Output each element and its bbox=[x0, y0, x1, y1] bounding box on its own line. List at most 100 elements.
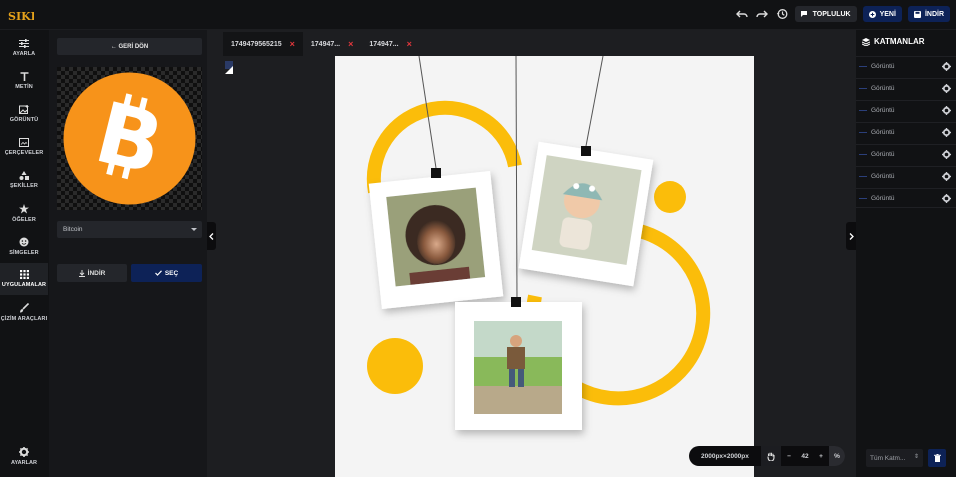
layer-item[interactable]: Görüntü bbox=[856, 144, 956, 164]
undo-icon[interactable] bbox=[735, 7, 749, 21]
gear-icon[interactable] bbox=[942, 106, 951, 115]
layer-indicator bbox=[859, 198, 867, 199]
layer-item[interactable]: Görüntü bbox=[856, 56, 956, 76]
ruler-icon bbox=[225, 66, 233, 74]
select-button[interactable]: SEÇ bbox=[131, 264, 202, 282]
gear-icon[interactable] bbox=[942, 150, 951, 159]
app-logo[interactable]: SIKKA bbox=[8, 6, 34, 24]
layer-filter-select[interactable]: Tüm Katm... ⇕ bbox=[866, 449, 923, 467]
delete-layer-button[interactable] bbox=[928, 449, 946, 467]
canvas-size-label: 2000px×2000px bbox=[701, 452, 749, 460]
layer-item[interactable]: Görüntü bbox=[856, 188, 956, 208]
layer-label: Görüntü bbox=[871, 129, 895, 136]
nav-item-cizim-araclari[interactable]: ÇİZİM ARAÇLARI bbox=[0, 296, 48, 328]
layer-item[interactable]: Görüntü bbox=[856, 166, 956, 186]
nav-label: ŞEKİLLER bbox=[10, 183, 38, 189]
binder-clip bbox=[581, 146, 591, 156]
nav-item-ogeler[interactable]: ÖĞELER bbox=[0, 197, 48, 229]
plus-circle-icon bbox=[868, 10, 876, 18]
sliders-icon bbox=[19, 39, 29, 48]
star-icon bbox=[19, 203, 29, 213]
gear-icon[interactable] bbox=[942, 84, 951, 93]
photo-frame-baby[interactable] bbox=[518, 141, 654, 287]
back-button-label: GERİ DÖN bbox=[118, 43, 149, 50]
nav-label: ÇİZİM ARAÇLARI bbox=[0, 315, 48, 322]
close-icon[interactable]: × bbox=[290, 39, 295, 49]
nav-item-uygulamalar[interactable]: UYGULAMALAR bbox=[0, 263, 48, 295]
nav-item-ayarlar[interactable]: AYARLAR bbox=[0, 447, 48, 475]
nav-item-simgeler[interactable]: SİMGELER bbox=[0, 230, 48, 262]
layer-label: Görüntü bbox=[871, 173, 895, 180]
zoom-out-button[interactable]: − bbox=[781, 446, 797, 466]
layer-label: Görüntü bbox=[871, 107, 895, 114]
nav-item-goruntu[interactable]: GÖRÜNTÜ bbox=[0, 98, 48, 130]
binder-clip bbox=[431, 168, 441, 178]
pan-hand-button[interactable] bbox=[761, 446, 781, 466]
redo-icon[interactable] bbox=[755, 7, 769, 21]
layer-filter-value: Tüm Katm... bbox=[870, 454, 906, 462]
panel-download-label: İNDİR bbox=[87, 269, 106, 277]
photo-frame-jumping-boy[interactable] bbox=[455, 302, 582, 430]
nav-label: METİN bbox=[15, 84, 33, 90]
layer-label: Görüntü bbox=[871, 63, 895, 70]
gear-icon[interactable] bbox=[942, 172, 951, 181]
layer-item[interactable]: Görüntü bbox=[856, 78, 956, 98]
tab-document[interactable]: 1749479565215 × bbox=[223, 32, 303, 56]
gear-icon[interactable] bbox=[942, 62, 951, 71]
tab-document[interactable]: 174947... × bbox=[361, 32, 419, 56]
bitcoin-logo: B bbox=[63, 72, 196, 205]
check-icon bbox=[154, 270, 162, 276]
design-canvas[interactable] bbox=[335, 56, 754, 477]
layer-label: Görüntü bbox=[871, 194, 895, 202]
back-button[interactable]: ← GERİ DÖN bbox=[57, 38, 202, 55]
svg-text:SIKKA: SIKKA bbox=[8, 10, 34, 23]
new-button[interactable]: YENİ bbox=[862, 6, 902, 22]
close-icon[interactable]: × bbox=[407, 39, 412, 49]
gear-icon[interactable] bbox=[942, 128, 951, 137]
history-icon[interactable] bbox=[775, 7, 789, 21]
nav-label: ÇERÇEVELER bbox=[4, 150, 44, 156]
layer-indicator bbox=[859, 176, 867, 177]
caret-down-icon bbox=[191, 228, 197, 231]
nav-label: ÖĞELER bbox=[12, 216, 36, 223]
nav-label: AYARLA bbox=[12, 51, 36, 57]
collapse-left-panel-button[interactable] bbox=[207, 222, 216, 250]
nav-item-sekiller[interactable]: ŞEKİLLER bbox=[0, 164, 48, 196]
layers-title: KATMANLAR bbox=[862, 37, 925, 46]
panel-download-button[interactable]: İNDİR bbox=[57, 264, 127, 282]
hanging-string bbox=[515, 56, 518, 302]
layer-item[interactable]: Görüntü bbox=[856, 100, 956, 120]
zoom-percent-button[interactable]: % bbox=[829, 446, 845, 466]
layers-title-label: KATMANLAR bbox=[874, 37, 925, 46]
layer-indicator bbox=[859, 88, 867, 89]
icon-select[interactable]: Bitcoin bbox=[57, 221, 202, 238]
community-button-label: TOPLULUK bbox=[812, 10, 851, 18]
hanging-string bbox=[585, 56, 604, 147]
collapse-right-panel-button[interactable] bbox=[846, 222, 856, 250]
download-button[interactable]: İNDİR bbox=[907, 6, 950, 22]
nav-item-ayarla[interactable]: AYARLA bbox=[0, 32, 48, 64]
large-yellow-circle[interactable] bbox=[367, 338, 423, 394]
tab-label: 174947... bbox=[310, 40, 341, 48]
percent-icon: % bbox=[834, 452, 840, 460]
chevron-left-icon bbox=[209, 232, 214, 240]
tab-label: 174947... bbox=[369, 40, 399, 48]
layers-panel: KATMANLAR Görüntü Görüntü Görüntü Görünt… bbox=[856, 30, 956, 477]
canvas-artwork[interactable] bbox=[335, 56, 754, 477]
nav-item-metin[interactable]: METİN bbox=[0, 65, 48, 97]
small-yellow-circle[interactable] bbox=[654, 181, 686, 213]
nav-label: SİMGELER bbox=[9, 249, 39, 256]
ruler-toggle[interactable] bbox=[225, 61, 233, 74]
zoom-in-button[interactable]: + bbox=[813, 446, 829, 466]
layer-item[interactable]: Görüntü bbox=[856, 122, 956, 142]
image-icon bbox=[19, 105, 29, 114]
tab-document[interactable]: 174947... × bbox=[303, 32, 361, 56]
zoom-toolbar: 2000px×2000px − 42 + % bbox=[689, 446, 845, 466]
sort-arrows-icon: ⇕ bbox=[913, 454, 919, 460]
nav-item-cerceveler[interactable]: ÇERÇEVELER bbox=[0, 131, 48, 163]
gear-icon[interactable] bbox=[942, 194, 951, 203]
close-icon[interactable]: × bbox=[348, 39, 353, 49]
left-sidebar: AYARLA METİN GÖRÜNTÜ ÇERÇEVELER ŞEKİLLER… bbox=[0, 30, 48, 477]
community-button[interactable]: TOPLULUK bbox=[794, 6, 857, 22]
photo-frame-child[interactable] bbox=[368, 170, 504, 310]
